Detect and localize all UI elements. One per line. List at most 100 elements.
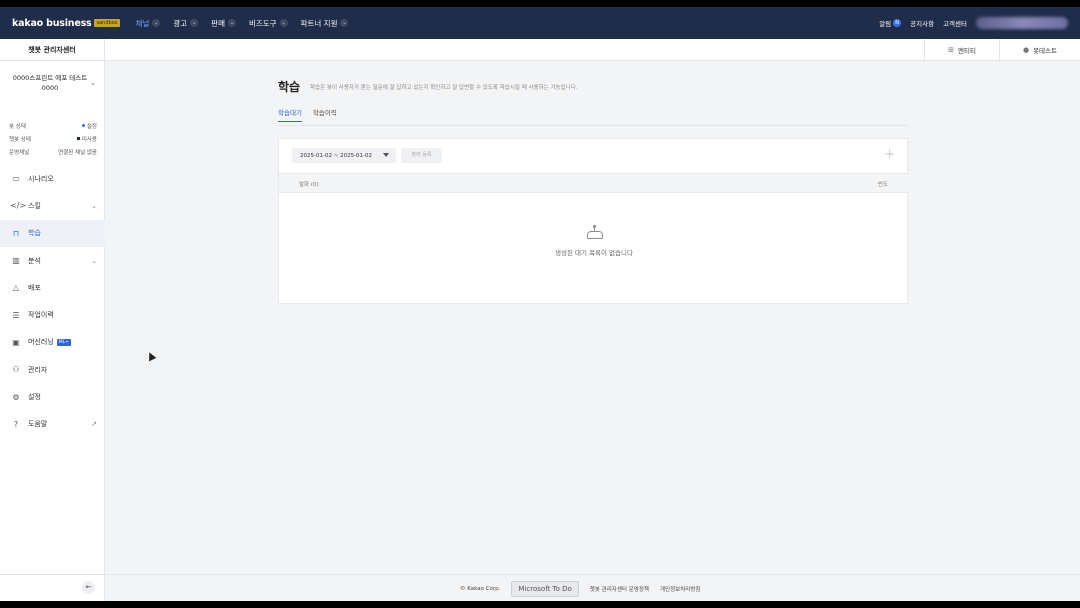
bot-test-button[interactable]: ● 봇테스트 — [998, 39, 1080, 61]
sidebar-nav: ▭ 시나리오 </> 스킬 ⌄ ⊓ 학습 ▥ 분석 ⌄ △ 배포 ☰ 작업이력 … — [0, 165, 105, 438]
status-value: 미사용 — [81, 136, 97, 143]
scenario-icon: ▭ — [12, 174, 20, 184]
chevron-down-icon: ⌄ — [279, 19, 288, 27]
sidebar-item-label: 분석 — [28, 256, 41, 265]
privacy-link[interactable]: 개인정보처리방침 — [660, 585, 700, 593]
menu-item-label: 광고 — [173, 18, 188, 28]
caret-down-icon — [383, 153, 389, 157]
sidebar-item-learning[interactable]: ⊓ 학습 — [0, 219, 105, 247]
sidebar-item-label: 관리자 — [28, 365, 48, 374]
status-row: 봇 상태 설정 — [9, 119, 97, 132]
footer-links: © Kakao Corp. Microsoft To Do 챗봇 관리자센터 운… — [460, 581, 700, 597]
tab-bar: 학습대기 학습이력 — [278, 107, 337, 122]
robot-icon — [586, 225, 603, 240]
sidebar-item-label: 도움말 — [28, 420, 48, 429]
gear-icon: ⚙ — [12, 392, 20, 402]
column-frequency[interactable]: 빈도 — [878, 180, 888, 188]
deploy-icon: △ — [12, 283, 20, 293]
notice-link[interactable]: 공지사항 — [910, 18, 934, 28]
menu-item-channel[interactable]: 채널 ⌄ — [136, 18, 161, 29]
sidebar-item-help[interactable]: ? 도움말 ↗ — [0, 411, 105, 438]
chevron-down-icon: ⌄ — [340, 19, 349, 27]
bot-selector[interactable]: 0000스프린트 에포 테스트0000 — [10, 73, 90, 93]
ml-plus-badge: ML+ — [56, 338, 71, 346]
divider — [0, 574, 105, 575]
entity-label: 엔티티 — [958, 47, 976, 55]
alarm-button[interactable]: 알림 N — [879, 18, 902, 28]
chat-bubble-icon: ● — [1022, 46, 1030, 54]
sub-header-actions: ⊞ 엔티티 ● 봇테스트 — [924, 39, 1080, 61]
menu-item-label: 비즈도구 — [248, 18, 277, 28]
top-right-links: 알림 N 공지사항 고객센터 — [879, 7, 1068, 39]
main-content: 학습 학습은 봇이 사용자가 묻는 질문에 잘 답하고 있는지 확인하고 잘 답… — [105, 61, 1080, 575]
column-utterance[interactable]: 발화 (0) — [299, 180, 319, 188]
main-menu: 채널 ⌄ 광고 ⌄ 판매 ⌄ 비즈도구 ⌄ 파트너 지원 ⌄ — [136, 18, 349, 29]
add-icon[interactable]: + — [884, 147, 895, 162]
user-account-blurred[interactable] — [976, 17, 1068, 29]
chevron-down-icon[interactable]: ⌄ — [91, 202, 97, 210]
sidebar-item-label: 시나리오 — [28, 174, 54, 183]
bot-status-list: 봇 상태 설정 챗봇 상태 미사용 운영채널 연결된 채널 없음 — [9, 119, 97, 158]
menu-item-partner-support[interactable]: 파트너 지원 ⌄ — [301, 18, 349, 29]
status-dot-icon — [81, 124, 85, 127]
chevron-down-icon[interactable]: ⌄ — [91, 257, 97, 265]
sidebar-item-label: 작업이력 — [28, 311, 54, 320]
chip-icon: ▣ — [12, 337, 20, 347]
card-toolbar: 2025-01-02 ~ 2025-01-02 출력 등록 + — [279, 139, 909, 173]
sidebar-item-scenario[interactable]: ▭ 시나리오 — [0, 165, 105, 192]
support-link[interactable]: 고객센터 — [943, 18, 967, 28]
chevron-down-icon: ⌄ — [190, 19, 199, 27]
sidebar-item-history[interactable]: ☰ 작업이력 — [0, 301, 105, 328]
tab-learning-history[interactable]: 학습이력 — [313, 107, 337, 122]
sidebar-item-label: 머신러닝 — [28, 338, 54, 347]
sidebar-item-machine-learning[interactable]: ▣ 머신러닝 ML+ — [0, 329, 105, 356]
tab-learning-waiting[interactable]: 학습대기 — [278, 107, 302, 122]
sidebar-item-settings[interactable]: ⚙ 설정 — [0, 383, 105, 410]
menu-item-ads[interactable]: 광고 ⌄ — [173, 18, 199, 29]
learning-card: 2025-01-02 ~ 2025-01-02 출력 등록 + 발화 (0) 빈… — [278, 138, 909, 304]
book-icon: ⊓ — [12, 228, 20, 238]
sidebar-item-label: 설정 — [28, 393, 41, 402]
bot-test-label: 봇테스트 — [1033, 47, 1057, 55]
console-title[interactable]: 챗봇 관리자센터 — [0, 39, 105, 61]
entity-button[interactable]: ⊞ 엔티티 — [924, 39, 999, 61]
code-icon: </> — [10, 201, 27, 211]
status-row: 챗봇 상태 미사용 — [9, 132, 97, 145]
status-row: 운영채널 연결된 채널 없음 — [9, 145, 97, 158]
microsoft-todo-tooltip: Microsoft To Do — [511, 581, 579, 597]
empty-message: 생성된 대기 목록이 없습니다 — [555, 249, 633, 257]
date-range-value: 2025-01-02 ~ 2025-01-02 — [300, 152, 373, 159]
brand-logo[interactable]: kakao business sandbox — [12, 18, 120, 29]
menu-item-label: 파트너 지원 — [300, 18, 338, 28]
sidebar-item-label: 스킬 — [28, 201, 41, 210]
chevron-down-icon: ⌄ — [227, 19, 236, 27]
history-icon: ☰ — [12, 310, 20, 320]
menu-item-biz-tools[interactable]: 비즈도구 ⌄ — [249, 18, 288, 29]
output-register-button[interactable]: 출력 등록 — [401, 148, 442, 163]
policy-link[interactable]: 챗봇 관리자센터 운영정책 — [590, 585, 649, 593]
new-badge: N — [893, 19, 902, 27]
status-value: 설정 — [86, 123, 97, 130]
chevron-down-icon[interactable]: ⌄ — [90, 79, 96, 87]
table-header: 발화 (0) 빈도 — [279, 173, 909, 193]
help-icon: ? — [13, 419, 19, 429]
sub-header: 챗봇 관리자센터 ⊞ 엔티티 ● 봇테스트 — [0, 39, 1080, 61]
alarm-label: 알림 — [879, 20, 892, 28]
date-range-select[interactable]: 2025-01-02 ~ 2025-01-02 — [292, 148, 396, 163]
collapse-sidebar-button[interactable]: ← — [82, 581, 95, 594]
sandbox-badge: sandbox — [94, 19, 120, 27]
menu-item-label: 채널 — [135, 18, 150, 28]
app-frame: kakao business sandbox 채널 ⌄ 광고 ⌄ 판매 ⌄ 비즈… — [0, 7, 1080, 601]
status-square-icon — [76, 137, 80, 140]
sidebar-item-skill[interactable]: </> 스킬 ⌄ — [0, 192, 105, 219]
sidebar-item-analysis[interactable]: ▥ 분석 ⌄ — [0, 247, 105, 274]
empty-state: 생성된 대기 목록이 없습니다 — [279, 225, 909, 257]
sidebar-item-admin[interactable]: ⚇ 관리자 — [0, 356, 105, 383]
status-label: 운영채널 — [9, 149, 30, 156]
brand-text: kakao business — [12, 17, 92, 29]
sidebar-item-deploy[interactable]: △ 배포 — [0, 274, 105, 301]
menu-item-sales[interactable]: 판매 ⌄ — [211, 18, 236, 29]
menu-item-label: 판매 — [211, 18, 225, 28]
user-icon: ⚇ — [12, 365, 20, 375]
bar-chart-icon: ▥ — [12, 256, 20, 266]
